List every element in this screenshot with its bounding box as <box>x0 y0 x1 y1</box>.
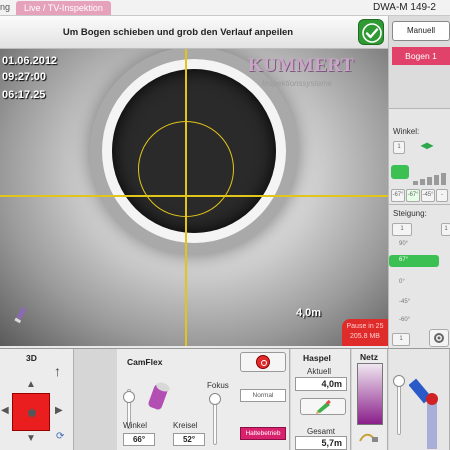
tab-previous[interactable]: ng <box>0 2 10 12</box>
winkel-option-1[interactable]: -67° <box>391 189 405 202</box>
crosshair-circle <box>138 121 234 217</box>
steigung-section: Steigung: 1 1 90° 67° 0° -45° -60° 1 <box>389 204 450 348</box>
arrow-right-icon[interactable]: ▶ <box>55 405 63 416</box>
fokus-slider-knob[interactable] <box>209 393 221 405</box>
winkel-label: Winkel: <box>393 127 420 136</box>
winkel-section: Winkel: 1 ◂▸ -67° -67° -45° - <box>389 108 450 204</box>
winkel-step-button[interactable]: 1 <box>393 141 405 154</box>
osd-date: 01.06.2012 <box>2 55 58 67</box>
document-id: DWA-M 149-2 <box>373 2 436 13</box>
checkmark-icon <box>362 23 382 43</box>
winkel-option-3[interactable]: -45° <box>421 189 435 202</box>
osd-duration: 06:17.25 <box>2 89 46 101</box>
netz-title: Netz <box>360 352 378 362</box>
haltebetrieb-button[interactable]: Haltebetrieb <box>240 427 286 440</box>
3d-title: 3D <box>26 353 37 363</box>
haspel-aktuell-label: Aktuell <box>307 367 332 376</box>
steigung-scale-1: 67° <box>399 257 409 263</box>
tab-live-inspection[interactable]: Live / TV-Inspektion <box>16 1 111 15</box>
arrow-down-icon[interactable]: ▼ <box>26 433 36 444</box>
steigung-down-button[interactable]: 1 <box>392 333 410 346</box>
camflex-mode-button[interactable]: Normal <box>240 389 286 402</box>
winkel-direction-icon[interactable]: ◂▸ <box>421 138 433 152</box>
pencil-icon <box>316 399 331 414</box>
steigung-right-button[interactable]: 1 <box>441 223 450 236</box>
camflex-winkel-value: 66° <box>123 433 155 446</box>
camera-video-feed[interactable]: 01.06.2012 09:27:00 06:17.25 KUMMERT Ins… <box>0 49 388 346</box>
arrow-up-icon[interactable]: ▲ <box>26 379 36 390</box>
arrow-left-icon[interactable]: ◀ <box>1 405 9 416</box>
steigung-scale-2: 0° <box>399 279 405 285</box>
haspel-gesamt-label: Gesamt <box>307 427 336 436</box>
fokus-label: Fokus <box>207 381 229 390</box>
recording-status-line1: Pause in 25 <box>346 323 384 330</box>
recording-status-badge: Pause in 25 205.8 MB <box>342 319 388 346</box>
instruction-bar: Um Bogen schieben und grob den Verlauf a… <box>0 16 388 49</box>
bottom-control-panel: 3D ↑ ▲ ◀ ▶ ▼ ⟳ CamFlex Winkel 66° Kreise… <box>0 348 450 450</box>
app-window: ng Live / TV-Inspektion DWA-M 149-2 Um B… <box>0 0 450 450</box>
winkel-bars <box>393 167 449 185</box>
camflex-camera-icon <box>148 382 170 410</box>
instruction-text: Um Bogen schieben und grob den Verlauf a… <box>62 27 294 38</box>
winkel-option-4[interactable]: - <box>436 189 448 202</box>
steigung-scale-0: 90° <box>399 241 409 247</box>
confirm-button[interactable] <box>358 19 384 45</box>
rotate-icon[interactable]: ⟳ <box>56 431 64 442</box>
3d-navigation-pad[interactable] <box>12 393 50 431</box>
steigung-indicator[interactable] <box>389 255 439 267</box>
camflex-slider-knob[interactable] <box>123 391 135 403</box>
bogen-selector[interactable]: Bogen 1 <box>392 47 450 65</box>
camera-icon <box>14 307 26 324</box>
steigung-scale-3: -45° <box>399 299 411 305</box>
compass-icon: ↑ <box>54 363 61 379</box>
steigung-label: Steigung: <box>393 209 427 218</box>
record-button[interactable] <box>240 352 286 372</box>
right-side-panel: Manuell Bogen 1 Winkel: 1 ◂▸ -67° -67° -… <box>388 16 450 348</box>
camflex-kreisel-label: Kreisel <box>173 421 198 430</box>
haspel-aktuell-value: 4,0m <box>295 377 347 391</box>
osd-time: 09:27:00 <box>2 71 47 83</box>
winkel-option-2[interactable]: -67° <box>406 189 420 202</box>
power-plug-icon <box>359 433 378 442</box>
robot-arm-icon <box>409 378 438 449</box>
haspel-gesamt-value: 5,7m <box>295 436 347 450</box>
tab-bar: ng Live / TV-Inspektion DWA-M 149-2 <box>0 0 450 16</box>
3d-panel: 3D ↑ ▲ ◀ ▶ ▼ ⟳ <box>0 349 74 450</box>
brand-logo: KUMMERT <box>248 55 355 76</box>
recording-status-line2: 205.8 MB <box>350 333 380 340</box>
brand-subtitle: Inspektionssysteme <box>262 79 333 88</box>
nav-center-dot <box>28 409 36 417</box>
netz-level-bar <box>357 363 383 425</box>
camflex-kreisel-value: 52° <box>173 433 205 446</box>
settings-gear-icon[interactable] <box>429 329 449 347</box>
steigung-up-button[interactable]: 1 <box>392 223 412 236</box>
distance-readout: 4,0m <box>296 307 322 319</box>
haspel-edit-button[interactable] <box>300 398 346 415</box>
record-icon <box>256 355 270 369</box>
robot-arm-panel <box>389 349 450 450</box>
haspel-title: Haspel <box>303 353 331 363</box>
camflex-winkel-label: Winkel <box>123 421 148 430</box>
netz-panel: Netz <box>352 349 388 450</box>
mode-manual-button[interactable]: Manuell <box>392 21 450 41</box>
steigung-scale-4: -60° <box>399 317 411 323</box>
camflex-title: CamFlex <box>127 357 163 367</box>
arm-slider-knob[interactable] <box>393 375 405 387</box>
